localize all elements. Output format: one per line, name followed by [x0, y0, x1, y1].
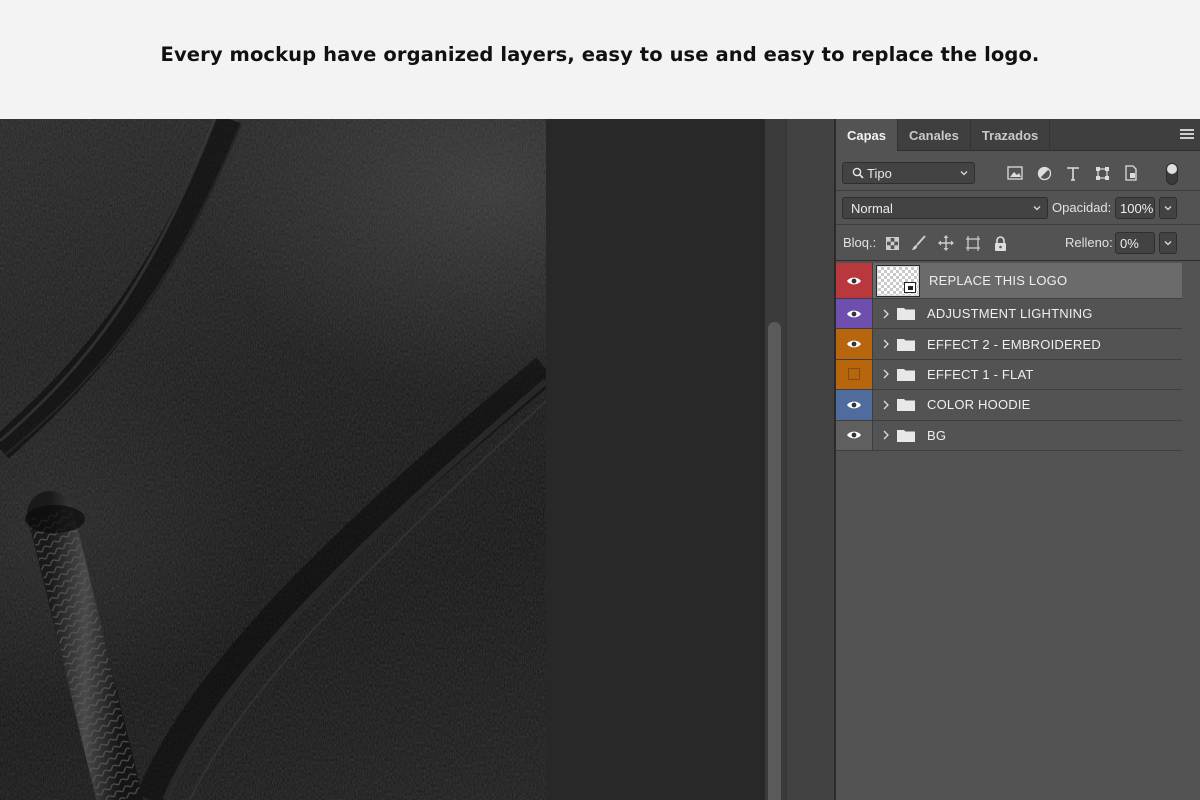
hidden-visibility-box — [848, 368, 860, 381]
layer-name: BG — [927, 427, 947, 443]
eye-icon — [847, 277, 861, 284]
eye-icon — [847, 401, 861, 409]
lock-label: Bloq.: — [843, 235, 877, 250]
layer-name: EFFECT 1 - FLAT — [927, 366, 1034, 382]
layer-adjustment-lightning[interactable]: ADJUSTMENT LIGHTNING — [836, 299, 1182, 330]
chevron-right-icon[interactable] — [879, 339, 893, 349]
layer-replace-this-logo[interactable]: REPLACE THIS LOGO — [836, 263, 1182, 299]
chevron-down-icon — [960, 171, 968, 176]
lock-all-icon[interactable] — [991, 234, 1009, 252]
chevron-right-icon[interactable] — [879, 430, 893, 440]
adjustment-filter-icon[interactable] — [1035, 164, 1053, 182]
panel-tabs: Capas Canales Trazados — [836, 119, 1200, 151]
fill-label: Relleno: — [1065, 235, 1113, 250]
visibility-toggle[interactable] — [836, 299, 873, 329]
fill-input[interactable]: 0% — [1115, 232, 1155, 254]
chevron-down-icon — [1033, 206, 1041, 211]
shape-filter-icon[interactable] — [1093, 164, 1111, 182]
visibility-toggle[interactable] — [836, 390, 873, 420]
lock-image-icon[interactable] — [910, 234, 928, 252]
layers-panel: Capas Canales Trazados Tipo Normal Opaci… — [834, 119, 1200, 800]
visibility-toggle[interactable] — [836, 329, 873, 359]
folder-icon — [897, 399, 915, 412]
filter-toggle-switch[interactable] — [1166, 163, 1178, 185]
lock-artboard-icon[interactable] — [964, 234, 982, 252]
panel-menu-icon[interactable] — [1180, 129, 1194, 140]
chevron-down-icon — [1164, 241, 1172, 246]
layer-name: COLOR HOODIE — [927, 397, 1031, 413]
opacity-input[interactable]: 100% — [1115, 197, 1155, 219]
fill-dropdown-button[interactable] — [1159, 232, 1177, 254]
folder-icon — [897, 338, 915, 351]
opacity-label: Opacidad: — [1052, 200, 1112, 215]
chevron-down-icon — [1164, 206, 1172, 211]
blend-mode-value: Normal — [851, 200, 893, 216]
blend-mode-select[interactable]: Normal — [842, 197, 1048, 219]
eye-icon — [847, 340, 861, 348]
search-icon — [852, 167, 864, 179]
layer-color-hoodie[interactable]: COLOR HOODIE — [836, 390, 1182, 421]
lock-transparent-icon[interactable] — [883, 234, 901, 252]
vertical-scrollbar-thumb[interactable] — [768, 322, 781, 800]
tab-canales[interactable]: Canales — [898, 119, 971, 151]
lock-row: Bloq.: Relleno: 0% — [836, 225, 1200, 261]
panel-dock-strip — [786, 119, 834, 800]
layer-name: REPLACE THIS LOGO — [929, 273, 1068, 288]
smart-object-filter-icon[interactable] — [1122, 164, 1140, 182]
banner: Every mockup have organized layers, easy… — [0, 0, 1200, 119]
type-filter-icon[interactable] — [1064, 164, 1082, 182]
tab-trazados[interactable]: Trazados — [971, 119, 1051, 151]
layer-effect-2-embroidered[interactable]: EFFECT 2 - EMBROIDERED — [836, 329, 1182, 360]
filter-kind-label: Tipo — [867, 165, 892, 181]
eye-icon — [847, 431, 861, 439]
visibility-toggle[interactable] — [836, 263, 873, 298]
image-filter-icon[interactable] — [1006, 164, 1024, 182]
folder-icon — [897, 429, 915, 442]
folder-icon — [897, 308, 915, 321]
opacity-dropdown-button[interactable] — [1159, 197, 1177, 219]
eye-icon — [847, 310, 861, 318]
canvas-image-hoodie — [0, 119, 546, 800]
chevron-right-icon[interactable] — [879, 369, 893, 379]
tab-capas[interactable]: Capas — [836, 119, 899, 151]
layer-bg[interactable]: BG — [836, 420, 1182, 451]
blend-row: Normal Opacidad: 100% — [836, 191, 1200, 225]
folder-icon — [897, 368, 915, 381]
smart-object-badge-icon — [904, 281, 916, 293]
visibility-toggle[interactable] — [836, 359, 873, 390]
layer-name: EFFECT 2 - EMBROIDERED — [927, 336, 1101, 352]
layer-effect-1-flat[interactable]: EFFECT 1 - FLAT — [836, 359, 1182, 391]
chevron-right-icon[interactable] — [879, 400, 893, 410]
banner-headline: Every mockup have organized layers, easy… — [160, 43, 1040, 66]
visibility-toggle[interactable] — [836, 420, 873, 450]
lock-position-icon[interactable] — [937, 234, 955, 252]
chevron-right-icon[interactable] — [879, 309, 893, 319]
canvas-gutter — [546, 119, 764, 800]
layers-list: REPLACE THIS LOGO ADJUSTMENT LIGHTNING E… — [836, 263, 1182, 451]
layer-name: ADJUSTMENT LIGHTNING — [927, 306, 1093, 322]
filter-kind-select[interactable]: Tipo — [842, 162, 975, 184]
smart-object-thumbnail — [877, 265, 919, 296]
filter-row: Tipo — [836, 151, 1200, 191]
